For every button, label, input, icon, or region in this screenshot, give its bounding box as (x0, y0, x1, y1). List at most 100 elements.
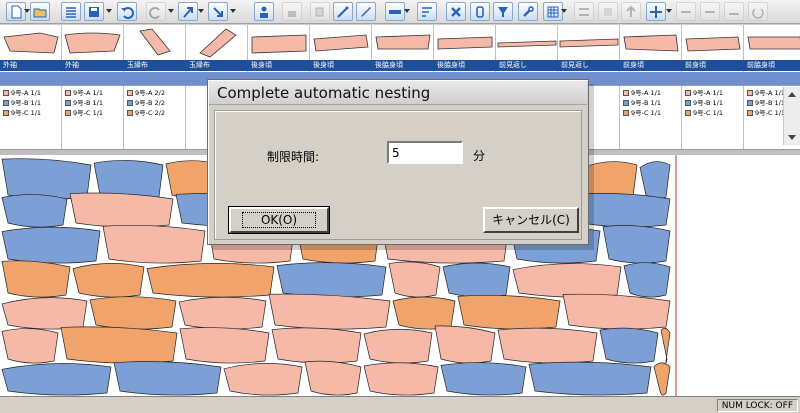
close-button[interactable] (446, 2, 466, 21)
ruler-button[interactable] (385, 2, 405, 21)
piece-thumbnail[interactable] (558, 25, 620, 59)
size-item-label: 9号-B 1/1 (73, 99, 103, 107)
piece-thumbnail[interactable] (372, 25, 434, 59)
copy-button[interactable] (310, 2, 330, 21)
piece-band (620, 72, 682, 86)
crop-icon (476, 5, 484, 18)
size-item-label: 9号-C 1/1 (755, 109, 786, 117)
move-button[interactable] (646, 2, 666, 21)
size-item[interactable]: 9号-A 1/1 (620, 88, 682, 98)
time-limit-input[interactable] (387, 141, 463, 164)
piece-name: 外袖 (0, 60, 62, 71)
undo-icon (121, 6, 134, 19)
filter-button[interactable] (493, 2, 513, 21)
piece-thumbnail[interactable] (682, 25, 744, 59)
cancel-button[interactable]: キャンセル(C) (483, 207, 579, 233)
arrow-down-right-button[interactable] (208, 2, 228, 21)
size-color-swatch (685, 90, 691, 96)
piece-column[interactable]: 前身頃 9号-A 1/1 9号-B 1/1 9号-C 1/1 (620, 25, 682, 149)
scroll-down-icon[interactable] (788, 135, 796, 140)
piece-name: 前見返し (496, 60, 558, 71)
file-new-button[interactable] (6, 2, 26, 21)
dash-button[interactable] (724, 2, 744, 21)
list-button[interactable] (61, 2, 81, 21)
size-item[interactable]: 9号-C 1/1 (620, 108, 682, 118)
ok-button[interactable]: OK(O) (228, 206, 330, 234)
size-item[interactable]: 9号-B 1/1 (0, 98, 62, 108)
piece-column[interactable]: 外袖 9号-A 1/1 9号-B 1/1 9号-C 1/1 (62, 25, 124, 149)
piece-size-list: 9号-A 1/1 9号-B 1/1 9号-C 1/1 (62, 88, 124, 118)
piece-column[interactable]: 外袖 9号-A 1/1 9号-B 1/1 9号-C 1/1 (0, 25, 62, 149)
piece-column[interactable]: 前身頃 9号-A 1/1 9号-B 1/1 9号-C 1/1 (682, 25, 744, 149)
crop-button[interactable] (470, 2, 490, 21)
dialog-body: 制限時間: 分 OK(O) キャンセル(C) (214, 110, 582, 240)
arrow-up-right-button[interactable] (178, 2, 198, 21)
redo-button[interactable] (146, 2, 166, 21)
size-item[interactable]: 9号-A 1/1 (62, 88, 124, 98)
dropdown-arrow-icon[interactable] (198, 9, 204, 13)
pieces-scrollbar[interactable] (783, 87, 800, 145)
piece-thumbnail[interactable] (186, 25, 248, 59)
flip-button[interactable] (676, 2, 696, 21)
size-item[interactable]: 9号-B 1/1 (682, 98, 744, 108)
minus-icon (705, 10, 715, 13)
dropdown-arrow-icon[interactable] (404, 9, 410, 13)
size-item[interactable]: 9号-B 1/1 (62, 98, 124, 108)
arrow-up-button[interactable] (621, 2, 641, 21)
piece-name: 後身頃 (310, 60, 372, 71)
scroll-up-icon[interactable] (788, 92, 796, 97)
wand-button[interactable] (333, 2, 353, 21)
dropdown-arrow-icon[interactable] (106, 9, 112, 13)
piece-thumbnail[interactable] (434, 25, 496, 59)
ruler-icon (389, 9, 401, 14)
dash-icon (729, 12, 739, 15)
size-item[interactable]: 9号-A 1/1 (0, 88, 62, 98)
piece-thumbnail[interactable] (248, 25, 310, 59)
piece-band (124, 72, 186, 86)
piece-thumbnail[interactable] (310, 25, 372, 59)
save-button[interactable] (84, 2, 104, 21)
wrench-button[interactable] (518, 2, 538, 21)
piece-band (744, 72, 800, 86)
dropdown-arrow-icon[interactable] (666, 9, 672, 13)
grid-icon (547, 6, 559, 17)
pen-button[interactable] (356, 2, 376, 21)
piece-name: 前身頃 (620, 60, 682, 71)
dropdown-arrow-icon[interactable] (24, 9, 30, 13)
align-button[interactable] (574, 2, 594, 21)
sort-button[interactable] (417, 2, 437, 21)
dropdown-arrow-icon[interactable] (230, 9, 236, 13)
piece-thumbnail[interactable] (744, 25, 800, 59)
size-item-label: 9号-A 1/1 (755, 89, 785, 97)
sort-icon (422, 6, 432, 17)
size-item[interactable]: 9号-C 1/1 (682, 108, 744, 118)
piece-column[interactable]: 玉縁布 9号-A 2/2 9号-B 2/2 9号-C 2/2 (124, 25, 186, 149)
grid-button[interactable] (543, 2, 563, 21)
person-button[interactable] (254, 2, 274, 21)
size-item[interactable]: 9号-C 1/1 (0, 108, 62, 118)
minus-button[interactable] (700, 2, 720, 21)
dropdown-arrow-icon[interactable] (168, 9, 174, 13)
piece-thumbnail[interactable] (0, 25, 62, 59)
open-folder-button[interactable] (30, 2, 50, 21)
size-item[interactable]: 9号-B 1/1 (620, 98, 682, 108)
list-icon (66, 6, 76, 18)
piece-thumbnail[interactable] (124, 25, 186, 59)
piece-thumbnail[interactable] (620, 25, 682, 59)
lock-button[interactable] (282, 2, 302, 21)
size-item[interactable]: 9号-C 1/1 (62, 108, 124, 118)
undo-button[interactable] (117, 2, 137, 21)
piece-thumbnail[interactable] (496, 25, 558, 59)
rotate-button[interactable] (748, 2, 768, 21)
dropdown-arrow-icon[interactable] (561, 9, 567, 13)
piece-band (682, 72, 744, 86)
size-item[interactable]: 9号-C 2/2 (124, 108, 186, 118)
piece-name: 前脇身頃 (744, 60, 800, 71)
size-color-swatch (127, 100, 133, 106)
size-item[interactable]: 9号-B 2/2 (124, 98, 186, 108)
size-item[interactable]: 9号-A 1/1 (682, 88, 744, 98)
stack-button[interactable] (598, 2, 618, 21)
size-item-label: 9号-A 1/1 (11, 89, 41, 97)
piece-thumbnail[interactable] (62, 25, 124, 59)
size-item[interactable]: 9号-A 2/2 (124, 88, 186, 98)
